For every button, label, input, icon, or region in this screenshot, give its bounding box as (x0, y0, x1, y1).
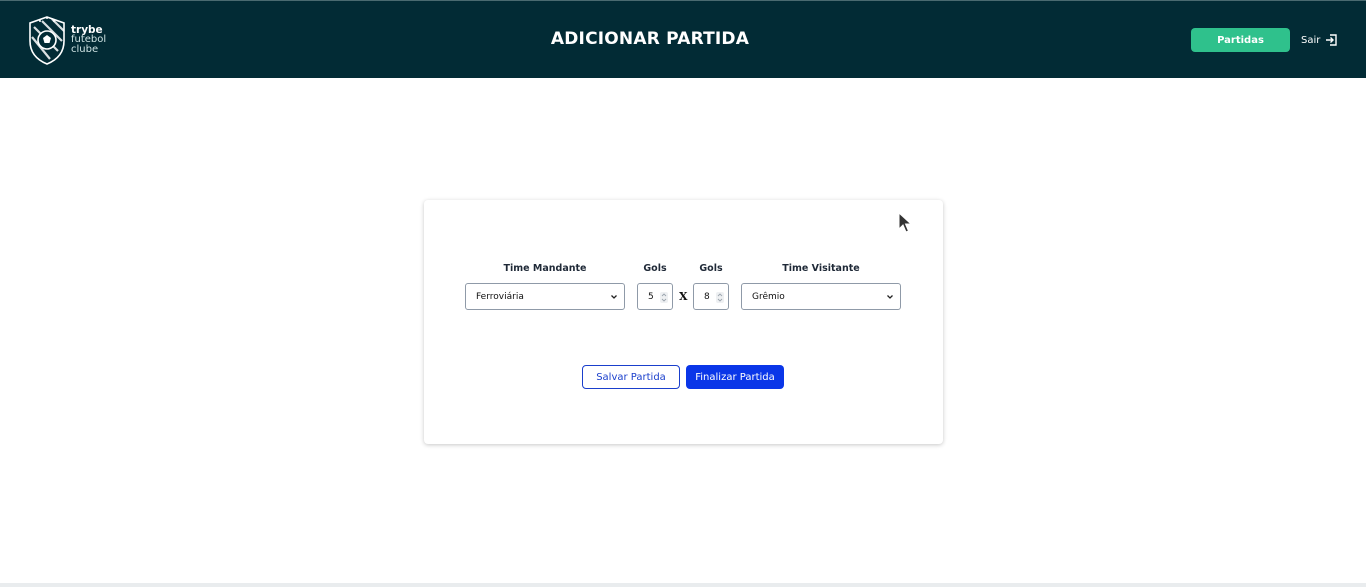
app-header: trybe futebol clube ADICIONAR PARTIDA Pa… (0, 0, 1366, 78)
home-goals-value: 5 (648, 291, 654, 302)
partidas-button[interactable]: Partidas (1191, 28, 1290, 52)
home-team-value: Ferroviária (476, 291, 524, 302)
home-goals-label: Gols (643, 263, 667, 274)
spinner-icon[interactable] (660, 292, 668, 303)
chevron-down-icon (887, 295, 893, 299)
sair-label: Sair (1301, 34, 1321, 46)
versus-separator: X (679, 290, 688, 303)
away-goals-label: Gols (699, 263, 723, 274)
spinner-icon[interactable] (716, 292, 724, 303)
cursor-icon (898, 212, 912, 233)
sair-button[interactable]: Sair (1301, 32, 1338, 48)
away-team-select[interactable]: Grêmio (741, 283, 901, 310)
save-match-button[interactable]: Salvar Partida (582, 365, 680, 389)
away-team-value: Grêmio (752, 291, 785, 302)
home-goals-input[interactable]: 5 (637, 283, 673, 310)
away-goals-input[interactable]: 8 (693, 283, 729, 310)
finish-match-button[interactable]: Finalizar Partida (686, 365, 784, 389)
page-title: ADICIONAR PARTIDA (550, 29, 750, 49)
chevron-down-icon (611, 295, 617, 299)
home-team-label: Time Mandante (503, 263, 587, 274)
match-form-card: Time Mandante Gols Gols Time Visitante F… (424, 200, 943, 444)
away-goals-value: 8 (704, 291, 710, 302)
exit-icon (1326, 34, 1338, 46)
away-team-label: Time Visitante (782, 263, 860, 274)
home-team-select[interactable]: Ferroviária (465, 283, 625, 310)
bottom-divider (0, 583, 1366, 587)
